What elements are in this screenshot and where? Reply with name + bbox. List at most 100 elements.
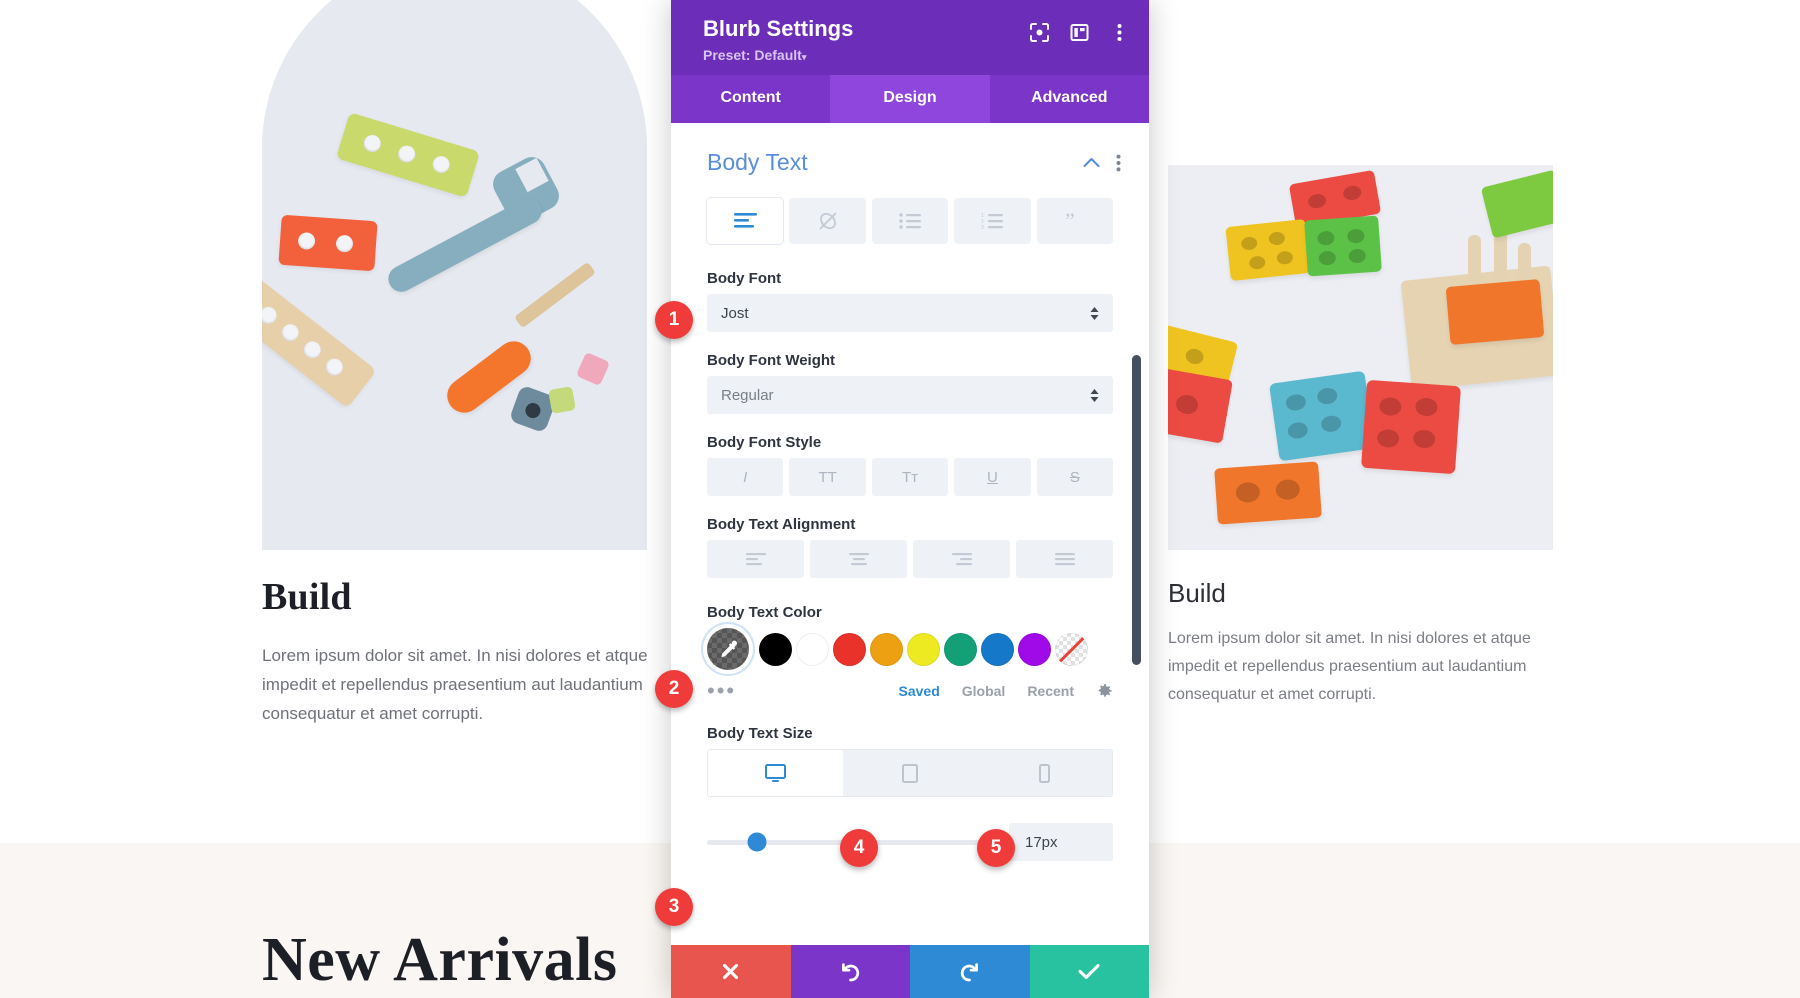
screwdriver-shaft [514, 261, 596, 329]
body-text-section-header: Body Text [671, 123, 1149, 176]
text-type-toolbar: 1 2 3 ” [671, 176, 1149, 244]
save-button[interactable] [1029, 945, 1149, 998]
layout-panel-icon[interactable] [1069, 22, 1089, 42]
body-font-weight-label: Body Font Weight [707, 352, 836, 369]
uppercase-button[interactable]: TT [789, 458, 866, 496]
pink-screw [575, 351, 611, 387]
toy-tools-photo [262, 0, 647, 550]
blockquote-icon[interactable]: ” [1036, 198, 1114, 244]
body-text-size-label: Body Text Size [707, 725, 813, 742]
phone-view-button[interactable] [977, 750, 1112, 796]
align-justify-button[interactable] [1016, 540, 1113, 578]
swatch-black[interactable] [759, 632, 792, 666]
annotation-badge-4: 4 [840, 829, 878, 867]
eyedropper-icon [720, 640, 737, 657]
align-left-button[interactable] [707, 540, 804, 578]
tablet-icon [902, 763, 918, 783]
font-style-buttons: I TT Tᴛ U S [707, 458, 1114, 496]
strikethrough-button[interactable]: S [1036, 458, 1114, 496]
left-product-image [262, 0, 647, 550]
tab-content[interactable]: Content [671, 75, 830, 123]
small-caps-button[interactable]: Tᴛ [871, 458, 949, 496]
align-center-button[interactable] [810, 540, 907, 578]
modal-header-icons [1029, 12, 1129, 42]
modal-tabs: Content Design Advanced [671, 75, 1149, 123]
slider-thumb[interactable] [747, 832, 767, 852]
underline-button[interactable]: U [954, 458, 1031, 496]
select-arrows-icon [1090, 388, 1099, 402]
tab-design[interactable]: Design [830, 75, 990, 123]
desktop-view-button[interactable] [708, 750, 843, 796]
body-font-select[interactable]: Jost [707, 294, 1113, 332]
focus-target-icon[interactable] [1029, 22, 1049, 42]
orange-pentagon [1445, 279, 1545, 345]
toy-wrench [383, 193, 547, 297]
body-font-weight-field: Body Font Weight Regular [671, 352, 1149, 414]
tablet-view-button[interactable] [842, 750, 978, 796]
color-tab-saved[interactable]: Saved [899, 683, 940, 699]
checkmark-icon [1078, 964, 1100, 979]
undo-button[interactable] [790, 945, 910, 998]
redo-button[interactable] [910, 945, 1030, 998]
swatch-orange[interactable] [870, 632, 903, 666]
body-text-size-input[interactable]: 17px [1009, 823, 1113, 861]
orange-block [278, 214, 378, 272]
alignment-buttons [707, 540, 1113, 578]
annotation-badge-1: 1 [655, 301, 693, 339]
kebab-menu-icon[interactable] [1109, 22, 1129, 42]
link-slash-icon[interactable] [789, 198, 866, 244]
phone-icon [1039, 763, 1051, 783]
align-right-button[interactable] [913, 540, 1010, 578]
body-font-label: Body Font [707, 270, 782, 287]
section-kebab-icon[interactable] [1116, 154, 1121, 172]
ordered-list-icon[interactable]: 1 2 3 [954, 198, 1031, 244]
body-font-weight-select[interactable]: Regular [707, 376, 1113, 414]
lime-screw [548, 386, 576, 414]
section-actions [1083, 154, 1121, 172]
swatch-purple[interactable] [1018, 632, 1051, 666]
swatch-red[interactable] [833, 632, 866, 666]
color-tab-recent[interactable]: Recent [1027, 683, 1074, 699]
swatch-teal[interactable] [944, 632, 977, 666]
screenshot-root: Build Lorem ipsum dolor sit amet. In nis… [0, 0, 1800, 998]
undo-icon [841, 962, 859, 981]
more-colors-icon[interactable]: ••• [707, 679, 736, 701]
body-font-style-field: Body Font Style I TT Tᴛ U S [671, 434, 1149, 496]
cancel-button[interactable] [671, 945, 791, 998]
swatch-white[interactable] [796, 632, 829, 666]
desktop-icon [764, 763, 786, 782]
eyedropper-button[interactable] [707, 628, 749, 670]
color-swatch-row [707, 628, 1113, 670]
panel-scrollbar[interactable] [1132, 355, 1141, 665]
body-font-style-label: Body Font Style [707, 434, 822, 451]
strikethrough-glyph: S [1069, 468, 1080, 486]
modal-footer [671, 945, 1149, 998]
left-card-text: Build Lorem ipsum dolor sit amet. In nis… [262, 575, 652, 728]
chevron-down-icon: ▾ [801, 52, 807, 62]
gear-icon[interactable] [1096, 682, 1113, 699]
right-card-body: Lorem ipsum dolor sit amet. In nisi dolo… [1168, 630, 1531, 703]
paragraph-icon[interactable] [707, 198, 784, 244]
close-icon [723, 963, 739, 980]
body-font-field: Body Font Jost [671, 270, 1149, 332]
swatch-transparent[interactable] [1055, 632, 1088, 666]
select-arrows-icon [1090, 306, 1099, 320]
green-block [1304, 215, 1382, 277]
swatch-blue[interactable] [981, 632, 1014, 666]
unordered-list-icon[interactable] [871, 198, 949, 244]
modal-header: Blurb Settings Preset: Default▾ [671, 0, 1149, 75]
color-tab-global[interactable]: Global [962, 683, 1006, 699]
wooden-strip [262, 265, 377, 409]
device-toggle-group [707, 749, 1113, 797]
right-card-heading: Build [1168, 578, 1226, 608]
italic-button[interactable]: I [707, 458, 784, 496]
annotation-badge-3: 3 [655, 888, 693, 926]
preset-selector[interactable]: Preset: Default▾ [703, 47, 853, 63]
section-title: Body Text [707, 149, 808, 175]
chevron-up-icon[interactable] [1083, 157, 1100, 168]
tab-advanced[interactable]: Advanced [990, 75, 1149, 123]
small-caps-glyph: Tᴛ [901, 468, 919, 486]
right-product-image [1168, 165, 1553, 550]
blurb-settings-modal: Blurb Settings Preset: Default▾ Content … [671, 0, 1149, 998]
swatch-yellow[interactable] [907, 632, 940, 666]
